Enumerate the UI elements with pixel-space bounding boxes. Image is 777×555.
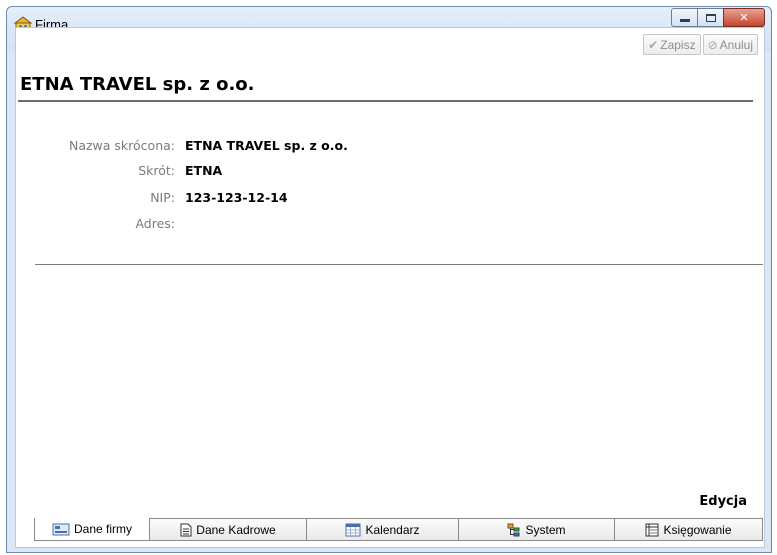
client-area: ✔ Zapisz ⊘ Anuluj (15, 27, 765, 548)
checkmark-icon: ✔ (648, 37, 659, 52)
document-icon (180, 523, 192, 536)
cancel-button[interactable]: ⊘ Anuluj (702, 34, 758, 55)
minimize-icon (679, 19, 690, 22)
company-data-icon (52, 523, 70, 536)
abbreviation-value: ETNA (185, 163, 223, 178)
tab-ksiegowanie[interactable]: Księgowanie (615, 518, 763, 541)
company-title: ETNA TRAVEL sp. z o.o. (20, 74, 255, 95)
toolbar: ✔ Zapisz ⊘ Anuluj (643, 34, 758, 55)
save-button[interactable]: ✔ Zapisz (643, 34, 701, 55)
close-button[interactable]: ✕ (723, 8, 765, 27)
maximize-button[interactable] (697, 8, 723, 27)
tab-label: Księgowanie (663, 522, 732, 537)
bottom-tab-bar: Dane firmy Dane Kadrowe Kalendarz System (34, 518, 763, 541)
nip-value: 123-123-12-14 (185, 190, 288, 205)
window-controls: ✕ (671, 8, 765, 28)
short-name-value: ETNA TRAVEL sp. z o.o. (185, 138, 348, 153)
section-divider (35, 264, 763, 265)
tab-label: Dane firmy (73, 522, 132, 536)
address-label: Adres: (135, 216, 175, 231)
system-tree-icon (507, 523, 520, 536)
tab-kalendarz[interactable]: Kalendarz (307, 518, 459, 541)
save-label: Zapisz (660, 37, 696, 52)
tab-label: Dane Kadrowe (196, 522, 276, 537)
maximize-icon (705, 13, 716, 22)
abbreviation-label: Skrót: (138, 163, 175, 178)
calendar-icon (345, 523, 361, 536)
cancel-circle-icon: ⊘ (707, 37, 718, 52)
tab-dane-kadrowe[interactable]: Dane Kadrowe (150, 518, 307, 541)
minimize-button[interactable] (671, 8, 697, 27)
short-name-label: Nazwa skrócona: (68, 138, 175, 153)
nip-label: NIP: (150, 190, 175, 205)
tab-system[interactable]: System (459, 518, 615, 541)
tab-label: Kalendarz (365, 522, 420, 537)
close-icon: ✕ (739, 11, 749, 24)
tab-label: System (525, 522, 566, 537)
title-divider (18, 100, 753, 102)
cancel-label: Anuluj (719, 37, 753, 52)
ledger-icon (645, 523, 659, 536)
tab-dane-firmy[interactable]: Dane firmy (34, 518, 150, 541)
mode-label: Edycja (699, 494, 747, 509)
